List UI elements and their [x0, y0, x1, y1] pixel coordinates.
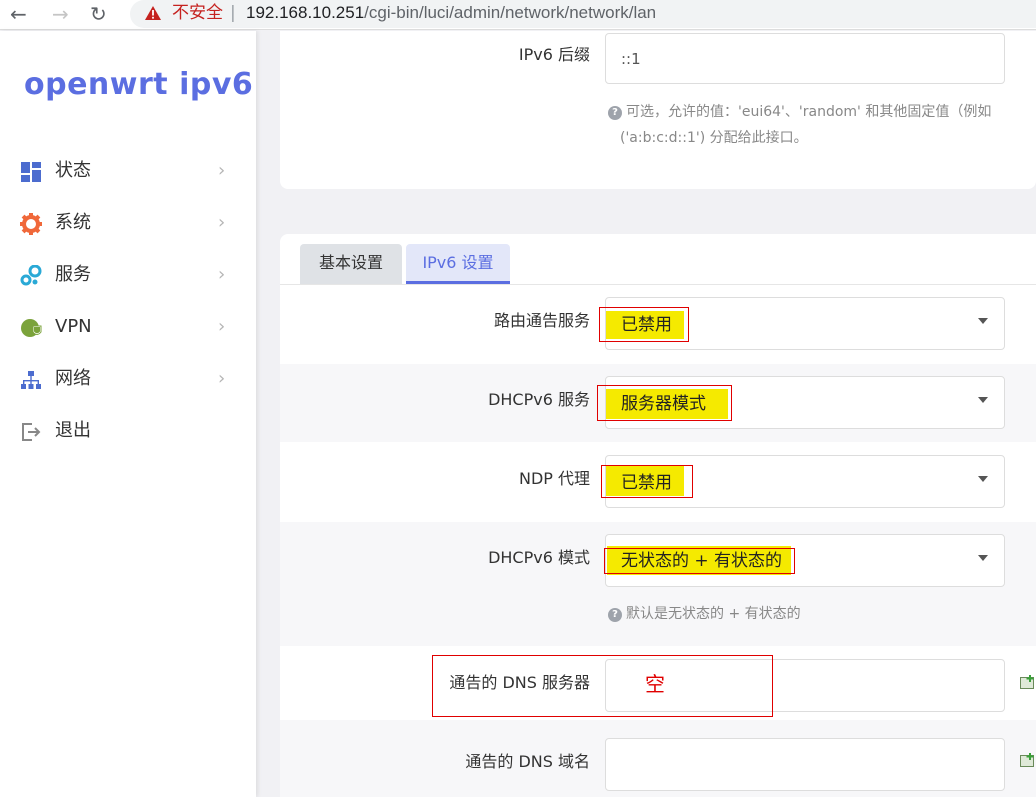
sidebar-item-status[interactable]: 状态 ›: [0, 151, 256, 191]
sidebar-item-label: 退出: [55, 420, 91, 441]
dhcpv6-mode-value: 无状态的 + 有状态的: [621, 551, 783, 571]
ipv6-suffix-hint: ? 可选，允许的值：'eui64'、'random' 和其他固定值（例如: [608, 99, 1036, 125]
add-icon[interactable]: [1020, 675, 1036, 689]
sidebar-item-label: 状态: [55, 160, 91, 181]
sidebar-item-label: 服务: [55, 264, 91, 285]
url-text[interactable]: 192.168.10.251/cgi-bin/luci/admin/networ…: [246, 2, 656, 24]
empty-annotation: 空: [645, 672, 665, 696]
tab-divider: [280, 284, 1036, 285]
gear-icon: [20, 213, 42, 235]
browser-toolbar: ← → ↻ 不安全 | 192.168.10.251/cgi-bin/luci/…: [0, 0, 1036, 30]
forward-arrow-icon[interactable]: →: [52, 2, 69, 26]
ipv6-suffix-input[interactable]: ::1: [605, 33, 1005, 84]
ndp-proxy-label: NDP 代理: [518, 469, 590, 488]
dhcpv6-service-label: DHCPv6 服务: [488, 390, 590, 409]
sidebar-item-label: 系统: [55, 212, 91, 233]
ipv6-suffix-value: ::1: [621, 50, 641, 68]
ra-service-value: 已禁用: [621, 315, 672, 335]
chevron-right-icon: ›: [218, 160, 226, 181]
ndp-proxy-value: 已禁用: [621, 473, 672, 493]
dns-domains-label: 通告的 DNS 域名: [465, 752, 590, 771]
chevron-right-icon: ›: [218, 212, 226, 233]
dashboard-icon: [21, 162, 41, 182]
sidebar-item-services[interactable]: 服务 ›: [0, 255, 256, 295]
dhcpv6-mode-label: DHCPv6 模式: [488, 548, 590, 567]
ra-service-label: 路由通告服务: [493, 311, 590, 330]
chevron-down-icon: [978, 397, 988, 403]
sidebar-item-label: VPN: [55, 316, 92, 337]
dhcpv6-service-value: 服务器模式: [621, 394, 706, 414]
chevron-down-icon: [978, 476, 988, 482]
dns-domains-input[interactable]: [605, 738, 1005, 791]
back-arrow-icon[interactable]: ←: [10, 2, 27, 26]
add-icon[interactable]: [1020, 753, 1036, 767]
chevron-right-icon: ›: [218, 264, 226, 285]
dhcpv6-mode-hint: ? 默认是无状态的 + 有状态的: [608, 601, 801, 627]
logout-icon: [22, 423, 41, 441]
chevron-right-icon: ›: [218, 316, 226, 337]
sidebar-item-logout[interactable]: 退出: [0, 411, 256, 451]
vpn-shield-icon: [21, 319, 42, 337]
sidebar-item-vpn[interactable]: VPN ›: [0, 307, 256, 347]
sidebar-item-system[interactable]: 系统 ›: [0, 203, 256, 243]
chevron-right-icon: ›: [218, 368, 226, 389]
services-icon: [20, 265, 42, 286]
warning-icon: [145, 6, 161, 20]
tab-basic-settings[interactable]: 基本设置: [300, 244, 402, 284]
url-separator: |: [230, 3, 236, 23]
chevron-down-icon: [978, 318, 988, 324]
chevron-down-icon: [978, 555, 988, 561]
insecure-label: 不安全: [172, 3, 223, 23]
reload-icon[interactable]: ↻: [90, 2, 107, 26]
sidebar-item-network[interactable]: 网络 ›: [0, 359, 256, 399]
network-icon: [21, 371, 41, 389]
brand-logo[interactable]: openwrt ipv6: [24, 67, 253, 102]
tab-ipv6-settings[interactable]: IPv6 设置: [406, 244, 510, 284]
sidebar: openwrt ipv6 状态 › 系统 › 服务 › VPN › 网络 › 退…: [0, 31, 256, 797]
annotation-box: [432, 655, 773, 717]
help-icon: ?: [608, 106, 622, 120]
address-bar[interactable]: 不安全 | 192.168.10.251/cgi-bin/luci/admin/…: [130, 0, 1036, 28]
ipv6-suffix-label: IPv6 后缀: [518, 45, 590, 64]
help-icon: ?: [608, 608, 622, 622]
ipv6-suffix-hint-line2: ('a:b:c:d::1') 分配给此接口。: [620, 130, 808, 146]
sidebar-item-label: 网络: [55, 368, 91, 389]
